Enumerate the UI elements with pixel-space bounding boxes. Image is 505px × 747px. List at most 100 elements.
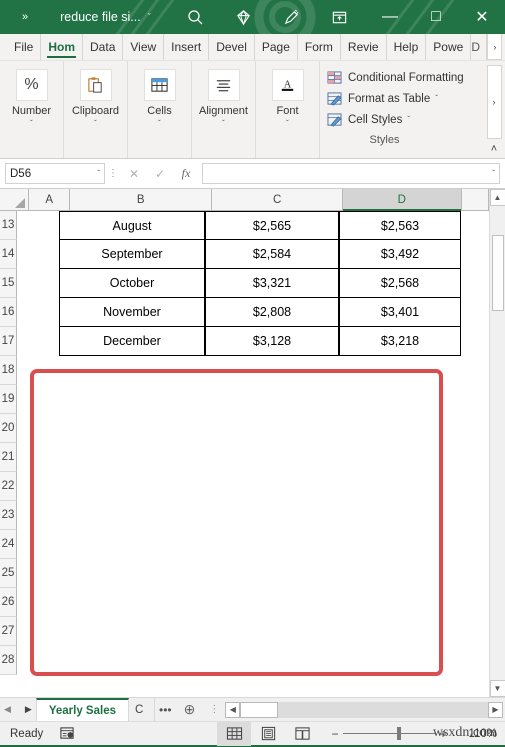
cell-a-19[interactable] xyxy=(17,385,59,414)
record-macro-icon[interactable] xyxy=(59,726,75,741)
cell-styles-button[interactable]: Cell Styles ˇ xyxy=(326,109,483,130)
column-header-b[interactable]: B xyxy=(70,189,213,210)
tab-power-pivot[interactable]: Powe xyxy=(426,34,472,60)
chevron-down-icon[interactable]: ˇ xyxy=(407,115,410,124)
chevron-down-icon[interactable]: ˇ xyxy=(435,94,438,103)
cell-d-14[interactable]: $3,492 xyxy=(339,240,461,269)
minimize-button[interactable]: — xyxy=(367,0,413,34)
cell-b-20[interactable] xyxy=(59,414,205,443)
cell-b-14[interactable]: September xyxy=(59,240,205,269)
column-header-c[interactable]: C xyxy=(212,189,343,210)
cell-b-15[interactable]: October xyxy=(59,269,205,298)
cell-a-23[interactable] xyxy=(17,501,59,530)
cell-b-16[interactable]: November xyxy=(59,298,205,327)
tab-view[interactable]: View xyxy=(123,34,165,60)
cell-a-22[interactable] xyxy=(17,472,59,501)
cell-c-28[interactable] xyxy=(205,646,339,675)
tab-developer[interactable]: Devel xyxy=(209,34,255,60)
ribbon-group-alignment[interactable]: Alignment ˇ xyxy=(192,61,256,158)
ribbon-expand-icon[interactable]: › xyxy=(486,65,502,139)
row-header-23[interactable]: 23 xyxy=(0,501,17,530)
cell-e-24[interactable] xyxy=(461,530,489,559)
cell-a-24[interactable] xyxy=(17,530,59,559)
chevron-down-icon[interactable]: ˇ xyxy=(97,169,100,178)
cell-d-20[interactable] xyxy=(339,414,461,443)
row-header-27[interactable]: 27 xyxy=(0,617,17,646)
cell-c-24[interactable] xyxy=(205,530,339,559)
select-all-corner[interactable] xyxy=(0,189,30,210)
cell-e-17[interactable] xyxy=(461,327,489,356)
name-box[interactable]: D56 ˇ xyxy=(5,163,105,184)
cell-b-25[interactable] xyxy=(59,559,205,588)
normal-view-button[interactable] xyxy=(217,721,251,746)
cell-d-16[interactable]: $3,401 xyxy=(339,298,461,327)
search-icon[interactable] xyxy=(181,2,211,32)
cell-a-26[interactable] xyxy=(17,588,59,617)
tab-scroll-right-icon[interactable]: › xyxy=(487,34,503,60)
cell-a-16[interactable] xyxy=(17,298,59,327)
cell-c-26[interactable] xyxy=(205,588,339,617)
ribbon-collapse-icon[interactable]: ˄ xyxy=(491,143,497,155)
cell-b-22[interactable] xyxy=(59,472,205,501)
sheet-overflow-dots-icon[interactable]: ••• xyxy=(155,698,176,721)
pen-icon[interactable] xyxy=(277,2,307,32)
sheet-nav-next-icon[interactable]: ▶ xyxy=(25,704,32,715)
cell-d-26[interactable] xyxy=(339,588,461,617)
sheet-menu-dots-icon[interactable]: ⋮ xyxy=(203,698,225,721)
page-layout-view-button[interactable] xyxy=(251,722,285,746)
cell-e-16[interactable] xyxy=(461,298,489,327)
chevron-down-icon[interactable]: ˇ xyxy=(222,119,225,128)
tab-help[interactable]: Help xyxy=(387,34,427,60)
cell-b-23[interactable] xyxy=(59,501,205,530)
zoom-slider-thumb[interactable] xyxy=(397,727,401,740)
title-chevron-down-icon[interactable]: ˇ xyxy=(148,12,151,22)
ribbon-group-number[interactable]: % Number ˇ xyxy=(0,61,64,158)
ribbon-group-clipboard[interactable]: Clipboard ˇ xyxy=(64,61,128,158)
vertical-scrollbar[interactable]: ▲ ▼ xyxy=(489,189,505,697)
row-header-28[interactable]: 28 xyxy=(0,646,17,675)
row-header-20[interactable]: 20 xyxy=(0,414,17,443)
row-header-25[interactable]: 25 xyxy=(0,559,17,588)
cell-d-28[interactable] xyxy=(339,646,461,675)
cell-e-18[interactable] xyxy=(461,356,489,385)
cell-b-28[interactable] xyxy=(59,646,205,675)
hscroll-right-button[interactable]: ▶ xyxy=(488,701,503,718)
cell-c-15[interactable]: $3,321 xyxy=(205,269,339,298)
cell-e-27[interactable] xyxy=(461,617,489,646)
hscroll-left-button[interactable]: ◀ xyxy=(225,701,241,718)
cancel-formula-icon[interactable]: ✕ xyxy=(121,163,147,184)
zoom-in-button[interactable]: + xyxy=(435,727,451,741)
row-header-14[interactable]: 14 xyxy=(0,240,17,269)
zoom-out-button[interactable]: − xyxy=(327,727,343,741)
cell-b-24[interactable] xyxy=(59,530,205,559)
cell-e-15[interactable] xyxy=(461,269,489,298)
cell-d-23[interactable] xyxy=(339,501,461,530)
tab-home[interactable]: Hom xyxy=(41,34,84,60)
maximize-button[interactable]: □ xyxy=(413,0,459,34)
row-header-15[interactable]: 15 xyxy=(0,269,17,298)
ribbon-group-font[interactable]: A Font ˇ xyxy=(256,61,320,158)
cell-d-25[interactable] xyxy=(339,559,461,588)
insert-function-icon[interactable]: fx xyxy=(173,163,199,184)
cell-a-20[interactable] xyxy=(17,414,59,443)
cell-c-16[interactable]: $2,808 xyxy=(205,298,339,327)
cell-a-25[interactable] xyxy=(17,559,59,588)
column-header-d[interactable]: D xyxy=(342,189,462,211)
chevron-down-icon[interactable]: ˇ xyxy=(94,119,97,128)
row-header-16[interactable]: 16 xyxy=(0,298,17,327)
cell-d-22[interactable] xyxy=(339,472,461,501)
worksheet-grid[interactable]: A B C D 13 August $2,565 $2,563 14 September $… xyxy=(0,189,489,697)
cell-e-14[interactable] xyxy=(461,240,489,269)
scroll-down-button[interactable]: ▼ xyxy=(489,680,505,697)
row-header-21[interactable]: 21 xyxy=(0,443,17,472)
cell-a-15[interactable] xyxy=(17,269,59,298)
vertical-scroll-thumb[interactable] xyxy=(492,235,504,311)
column-header-e[interactable] xyxy=(461,189,489,210)
cell-c-27[interactable] xyxy=(205,617,339,646)
cell-c-14[interactable]: $2,584 xyxy=(205,240,339,269)
tab-page-layout[interactable]: Page xyxy=(255,34,298,60)
row-header-26[interactable]: 26 xyxy=(0,588,17,617)
cell-a-14[interactable] xyxy=(17,240,59,269)
hscroll-thumb[interactable] xyxy=(240,701,279,718)
cell-b-26[interactable] xyxy=(59,588,205,617)
